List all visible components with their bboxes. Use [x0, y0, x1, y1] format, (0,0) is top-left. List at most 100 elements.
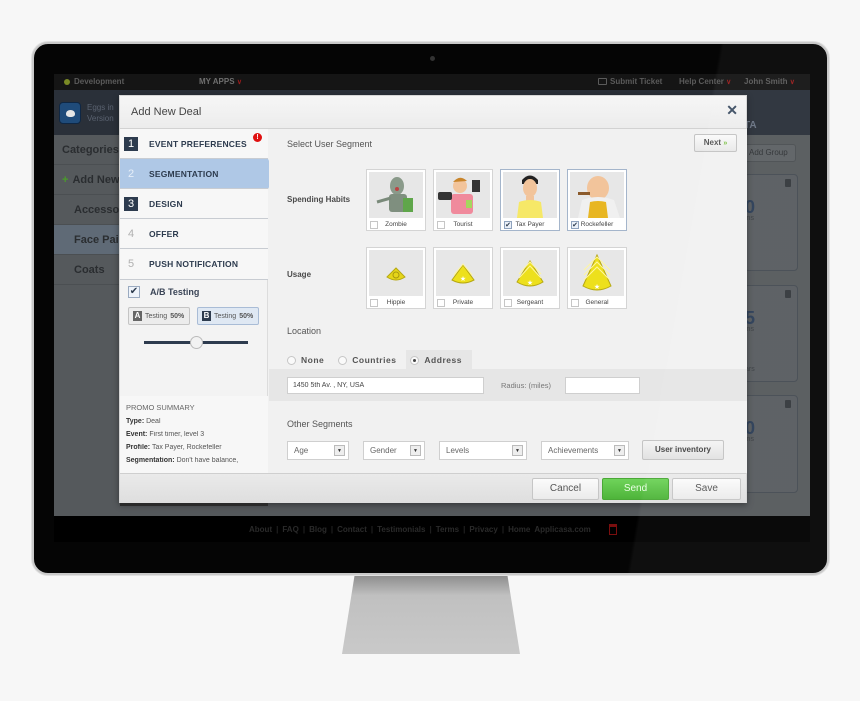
footer-link-contact[interactable]: Contact	[337, 525, 367, 534]
plus-icon: +	[62, 174, 69, 186]
step-design[interactable]: 3 DESIGN	[120, 189, 268, 219]
monitor-stand	[342, 576, 520, 654]
ab-split-slider-handle[interactable]	[189, 336, 203, 349]
step-push-notification[interactable]: 5 PUSH NOTIFICATION	[120, 249, 268, 280]
trash-icon[interactable]	[785, 400, 791, 408]
footer-link-testimonials[interactable]: Testimonials	[377, 525, 425, 534]
achievements-select[interactable]: Achievements ▼	[541, 441, 629, 460]
category-item[interactable]: Accessories	[54, 195, 120, 225]
segment-tile-tourist[interactable]: Tourist	[433, 169, 493, 231]
rank-badge-icon: ★	[436, 250, 490, 296]
user-menu[interactable]: John Smith ∨	[744, 77, 795, 86]
summary-row: Segmentation: Don't have balance,	[126, 457, 262, 464]
rank-badge-icon: ★	[503, 250, 557, 296]
footer-link-about[interactable]: About	[249, 525, 272, 534]
save-button[interactable]: Save	[672, 478, 741, 500]
segment-tile-rockefeller[interactable]: Rockefeller ✔	[567, 169, 627, 231]
footer-link-terms[interactable]: Terms	[436, 525, 459, 534]
separator: |	[370, 524, 374, 534]
radio-label: Address	[424, 355, 462, 365]
svg-text:★: ★	[527, 279, 533, 287]
category-item[interactable]: Coats	[54, 255, 120, 285]
step-number: 3	[124, 196, 138, 211]
environment-label: Development	[74, 77, 125, 86]
category-item[interactable]: Face Paint	[54, 225, 120, 255]
character-illustration-icon	[436, 172, 490, 218]
app-name: Eggs in Version	[87, 102, 114, 124]
select-value: Achievements	[548, 446, 599, 455]
segment-tile-general[interactable]: ★ General	[567, 247, 627, 309]
checkbox[interactable]	[370, 221, 378, 229]
step-label: OFFER	[149, 228, 179, 239]
step-label: SEGMENTATION	[149, 168, 219, 179]
address-input[interactable]	[287, 377, 484, 394]
chevron-down-icon: ∨	[726, 79, 732, 86]
step-event-preferences[interactable]: 1 EVENT PREFERENCES !	[120, 129, 268, 159]
variant-a-value: 50%	[170, 312, 185, 320]
trash-icon[interactable]	[785, 290, 791, 298]
segment-tile-zombie[interactable]: Zombie	[366, 169, 426, 231]
summary-key: Event:	[126, 431, 148, 438]
add-group-button[interactable]: Add Group	[744, 144, 796, 162]
location-option-address[interactable]: Address	[406, 350, 472, 370]
step-segmentation[interactable]: 2 SEGMENTATION	[120, 159, 276, 189]
location-option-countries[interactable]: Countries	[338, 350, 396, 370]
separator: |	[501, 524, 505, 534]
trash-icon[interactable]	[785, 179, 791, 187]
segment-tile-hippie[interactable]: Hippie	[366, 247, 426, 309]
promo-summary-title: PROMO SUMMARY	[126, 403, 195, 412]
checkbox[interactable]	[370, 299, 378, 307]
select-value: Gender	[370, 446, 397, 455]
ab-testing-checkbox[interactable]: ✔	[128, 286, 140, 298]
next-button[interactable]: Next »	[694, 134, 737, 152]
checkbox[interactable]	[437, 299, 445, 307]
location-option-none[interactable]: None	[287, 350, 324, 370]
radius-input[interactable]	[565, 377, 640, 394]
applicasa-logo-icon[interactable]	[608, 523, 617, 535]
summary-key: Segmentation:	[126, 457, 175, 464]
step-offer[interactable]: 4 OFFER	[120, 219, 268, 249]
variant-a-tag: A	[133, 311, 142, 321]
add-new-category[interactable]: + Add New	[54, 165, 120, 195]
send-button[interactable]: Send	[602, 478, 669, 500]
segment-tile-tax-payer[interactable]: Tax Payer ✔	[500, 169, 560, 231]
levels-select[interactable]: Levels ▼	[439, 441, 527, 460]
step-number: 5	[127, 258, 135, 270]
environment-indicator[interactable]: Development	[64, 77, 124, 86]
rank-badge-icon: ★	[570, 250, 624, 296]
group-card: 5 ins ars	[744, 285, 798, 382]
variant-b-button[interactable]: B Testing 50%	[197, 307, 259, 325]
app-icon[interactable]	[59, 102, 81, 124]
app-version-line: Version	[87, 114, 114, 123]
gender-select[interactable]: Gender ▼	[363, 441, 425, 460]
submit-ticket-link[interactable]: Submit Ticket	[598, 77, 662, 86]
segment-tile-sergeant[interactable]: ★ Sergeant	[500, 247, 560, 309]
my-apps-menu[interactable]: MY APPS ∨	[199, 77, 242, 86]
checkbox[interactable]	[571, 299, 579, 307]
checkbox-checked[interactable]: ✔	[571, 221, 579, 229]
checkbox[interactable]	[437, 221, 445, 229]
dropdown-arrow-icon: ▼	[512, 445, 523, 456]
section-title: Select User Segment	[287, 139, 373, 149]
footer-link-home[interactable]: Home	[508, 525, 530, 534]
user-inventory-button[interactable]: User inventory	[642, 440, 724, 460]
dropdown-arrow-icon: ▼	[334, 445, 345, 456]
variant-a-button[interactable]: A Testing 50%	[128, 307, 190, 325]
footer-link-faq[interactable]: FAQ	[282, 525, 298, 534]
variant-a-label: Testing	[145, 312, 168, 320]
submit-ticket-label: Submit Ticket	[610, 77, 663, 86]
character-illustration-icon	[369, 172, 423, 218]
cancel-button[interactable]: Cancel	[532, 478, 599, 500]
help-center-menu[interactable]: Help Center ∨	[679, 77, 731, 86]
footer-link-blog[interactable]: Blog	[309, 525, 327, 534]
close-icon[interactable]: ✕	[726, 102, 738, 119]
radio-icon	[287, 355, 296, 365]
footer-link-applicasa[interactable]: Applicasa.com	[534, 525, 590, 534]
age-select[interactable]: Age ▼	[287, 441, 349, 460]
camera-dot	[430, 56, 435, 61]
segment-tile-private[interactable]: ★ Private	[433, 247, 493, 309]
checkbox-checked[interactable]: ✔	[504, 221, 512, 229]
checkbox[interactable]	[504, 299, 512, 307]
summary-row: Event: First timer, level 3	[126, 431, 262, 438]
footer-link-privacy[interactable]: Privacy	[469, 525, 497, 534]
